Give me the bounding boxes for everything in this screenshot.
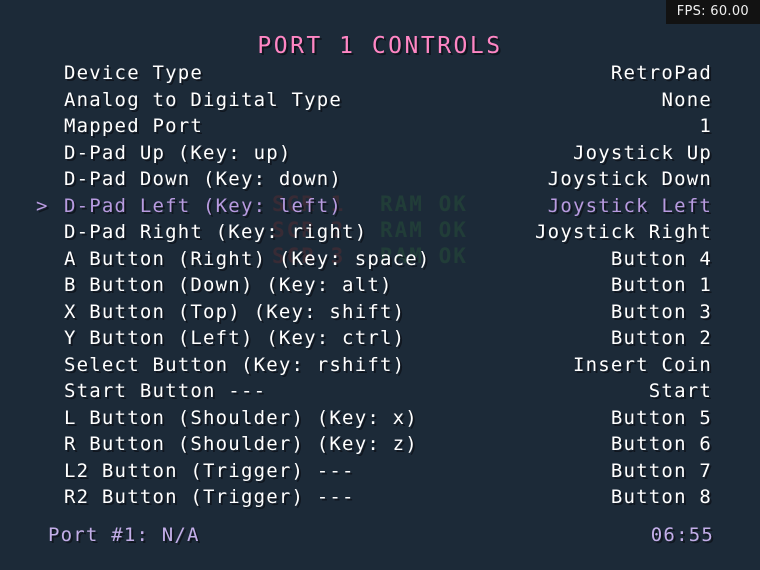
menu-row[interactable]: Start Button --- Start bbox=[0, 378, 760, 405]
menu-row-value[interactable]: Joystick Down bbox=[548, 166, 712, 193]
menu-row[interactable]: R2 Button (Trigger) --- Button 8 bbox=[0, 484, 760, 511]
menu-row[interactable]: Select Button (Key: rshift) Insert Coin bbox=[0, 352, 760, 379]
menu-row-label: X Button (Top) (Key: shift) bbox=[64, 300, 406, 323]
menu-row-value[interactable]: RetroPad bbox=[611, 60, 712, 87]
menu-row[interactable]: A Button (Right) (Key: space) Button 4 bbox=[0, 246, 760, 273]
controls-menu-overlay: FPS: 60.00 PORT 1 CONTROLS Device Type Re… bbox=[0, 0, 760, 570]
page-title: PORT 1 CONTROLS bbox=[257, 33, 503, 59]
fps-counter: FPS: 60.00 bbox=[665, 0, 760, 24]
menu-row-value[interactable]: Joystick Up bbox=[573, 140, 712, 167]
menu-row-label: D-Pad Up (Key: up) bbox=[64, 141, 292, 164]
port-status-label: Port #1: N/A bbox=[48, 524, 200, 546]
menu-row-value[interactable]: Button 4 bbox=[611, 246, 712, 273]
menu-row-label: Start Button --- bbox=[64, 380, 267, 402]
menu-row-label: R Button (Shoulder) (Key: z) bbox=[64, 433, 418, 455]
menu-row-label: B Button (Down) (Key: alt) bbox=[64, 274, 393, 296]
menu-row-label: L Button (Shoulder) (Key: x) bbox=[64, 406, 418, 429]
menu-row-label: D-Pad Right (Key: right) bbox=[64, 221, 368, 243]
menu-row[interactable]: > D-Pad Left (Key: left) Joystick Left bbox=[0, 193, 760, 220]
menu-row-value[interactable]: Button 7 bbox=[611, 458, 712, 485]
menu-row[interactable]: L Button (Shoulder) (Key: x) Button 5 bbox=[0, 405, 760, 432]
menu-row[interactable]: L2 Button (Trigger) --- Button 7 bbox=[0, 458, 760, 485]
status-bar: Port #1: N/A 06:55 bbox=[0, 522, 760, 548]
menu-row-value[interactable]: Button 8 bbox=[611, 484, 712, 511]
menu-row[interactable]: Mapped Port 1 bbox=[0, 113, 760, 140]
menu-row-value[interactable]: Joystick Left bbox=[548, 193, 712, 220]
menu-row-value[interactable]: Button 5 bbox=[611, 405, 712, 432]
menu-row-label: R2 Button (Trigger) --- bbox=[64, 486, 355, 508]
menu-row-label: Select Button (Key: rshift) bbox=[64, 353, 406, 376]
menu-row-label: A Button (Right) (Key: space) bbox=[64, 247, 431, 270]
menu-row-value[interactable]: None bbox=[661, 87, 712, 114]
menu-row-value[interactable]: 1 bbox=[699, 113, 712, 140]
menu-row-label: D-Pad Left (Key: left) bbox=[64, 194, 343, 217]
emulator-screen: SCR 1 RAM OK SCR 2 RAM OK SCR 3 RAM OK F… bbox=[0, 0, 760, 570]
menu-row[interactable]: X Button (Top) (Key: shift) Button 3 bbox=[0, 299, 760, 326]
menu-row-value[interactable]: Start bbox=[649, 378, 712, 405]
menu-row[interactable]: D-Pad Up (Key: up) Joystick Up bbox=[0, 140, 760, 167]
menu-row[interactable]: Y Button (Left) (Key: ctrl) Button 2 bbox=[0, 325, 760, 352]
menu-row[interactable]: D-Pad Down (Key: down) Joystick Down bbox=[0, 166, 760, 193]
menu-row-value[interactable]: Joystick Right bbox=[535, 219, 712, 246]
menu-row[interactable]: D-Pad Right (Key: right) Joystick Right bbox=[0, 219, 760, 246]
menu-row-label: Analog to Digital Type bbox=[64, 88, 343, 111]
menu-row-value[interactable]: Insert Coin bbox=[573, 352, 712, 379]
selection-cursor-icon: > bbox=[36, 194, 48, 217]
menu-row-label: L2 Button (Trigger) --- bbox=[64, 459, 355, 482]
menu-row-label: D-Pad Down (Key: down) bbox=[64, 168, 343, 190]
menu-row[interactable]: Device Type RetroPad bbox=[0, 60, 760, 87]
menu-row-value[interactable]: Button 6 bbox=[611, 431, 712, 458]
menu-row-label: Device Type bbox=[64, 62, 204, 84]
menu-row-label: Mapped Port bbox=[64, 115, 204, 137]
menu-row[interactable]: Analog to Digital Type None bbox=[0, 87, 760, 114]
menu-row-value[interactable]: Button 3 bbox=[611, 299, 712, 326]
menu-row[interactable]: R Button (Shoulder) (Key: z) Button 6 bbox=[0, 431, 760, 458]
controls-menu-list: Device Type RetroPad Analog to Digital Typ… bbox=[0, 60, 760, 511]
menu-row-label: Y Button (Left) (Key: ctrl) bbox=[64, 327, 406, 349]
menu-row[interactable]: B Button (Down) (Key: alt) Button 1 bbox=[0, 272, 760, 299]
play-time-label: 06:55 bbox=[650, 524, 714, 546]
menu-row-value[interactable]: Button 1 bbox=[611, 272, 712, 299]
menu-row-value[interactable]: Button 2 bbox=[611, 325, 712, 352]
